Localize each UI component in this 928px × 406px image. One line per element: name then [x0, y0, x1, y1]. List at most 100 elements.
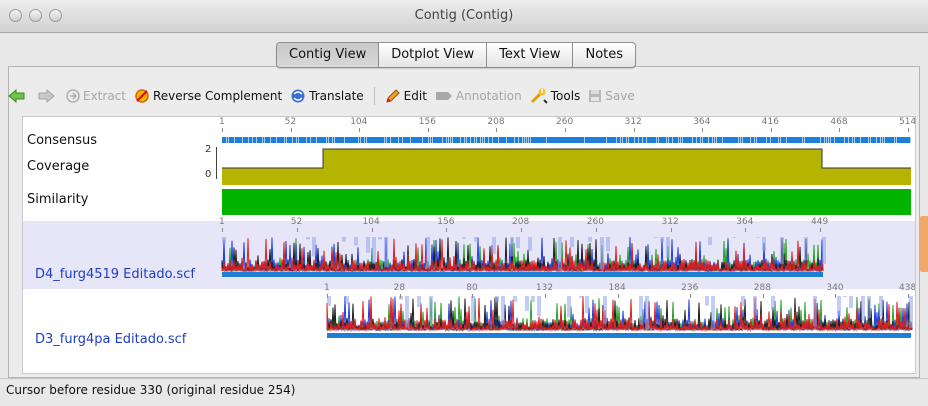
consensus-gap [894, 137, 895, 143]
consensus-gap [826, 137, 827, 143]
read2-quality-bar [837, 296, 841, 317]
consensus-gap [852, 137, 853, 143]
ruler-tick-mark [472, 294, 474, 298]
consensus-gap [740, 137, 741, 143]
consensus-gap [716, 137, 717, 143]
read2-quality-bar [429, 296, 433, 322]
read1-quality-bar [312, 237, 316, 257]
consensus-gap [778, 137, 779, 143]
consensus-gap [606, 137, 607, 143]
translate-button[interactable]: Translate [290, 88, 364, 104]
arrow-left-icon [8, 89, 25, 103]
consensus-gap [658, 137, 659, 143]
read1-quality-bar [708, 237, 712, 246]
consensus-gap [446, 137, 447, 143]
translate-label: Translate [309, 89, 364, 103]
side-panel-grip[interactable] [920, 216, 928, 272]
read1-quality-bar [762, 237, 766, 252]
consensus-gap [682, 137, 683, 143]
read1-quality-bar [654, 237, 658, 238]
read1-quality-bar [804, 237, 808, 261]
read2-quality-bar [867, 296, 871, 319]
read1-quality-bar [354, 237, 358, 246]
consensus-gap [896, 137, 897, 143]
consensus-gap [712, 137, 713, 143]
consensus-gap [738, 137, 739, 143]
consensus-gap [714, 137, 715, 143]
status-text: Cursor before residue 330 (original resi… [6, 383, 296, 397]
back-button[interactable] [8, 89, 29, 103]
tab-dotplot-view[interactable]: Dotplot View [378, 43, 486, 67]
read1-quality-bar [342, 237, 346, 242]
consensus-gap [722, 137, 723, 143]
consensus-gap [672, 137, 673, 143]
extract-button[interactable]: Extract [66, 89, 126, 103]
ruler-tick-mark [745, 228, 747, 232]
read-name-d4[interactable]: D4_furg4519 Editado.scf [35, 267, 195, 282]
consensus-gap [262, 137, 263, 143]
ruler-tick-mark [908, 294, 909, 298]
extract-icon [66, 89, 80, 103]
read2-quality-bar [705, 296, 709, 306]
consensus-gap [702, 137, 703, 143]
reverse-complement-button[interactable]: Reverse Complement [134, 88, 282, 104]
consensus-gap [360, 137, 361, 143]
consensus-gap [484, 137, 485, 143]
ruler-tick-mark [690, 294, 692, 298]
consensus-gap [756, 137, 757, 143]
ruler-tick-mark [820, 228, 821, 232]
read2-quality-bar [879, 296, 883, 317]
ruler-tick-label: 438 [899, 283, 916, 293]
read2-quality-bar [405, 296, 409, 328]
consensus-gap [264, 137, 265, 143]
read1-quality-bar [570, 237, 574, 248]
consensus-gap [492, 137, 493, 143]
consensus-gap [802, 137, 803, 143]
read2-quality-bar [417, 296, 421, 308]
read2-quality-bar [771, 296, 775, 311]
consensus-gap [526, 137, 527, 143]
read2-quality-bar [639, 296, 643, 325]
read1-quality-bar [366, 237, 370, 253]
save-label: Save [605, 89, 635, 103]
consensus-gap [696, 137, 697, 143]
forward-button[interactable] [37, 89, 58, 103]
consensus-gap [626, 137, 627, 143]
consensus-gap [460, 137, 461, 143]
pencil-icon [385, 89, 400, 103]
edit-button[interactable]: Edit [385, 88, 427, 104]
read-name-d3[interactable]: D3_furg4pa Editado.scf [35, 332, 186, 347]
consensus-gap [432, 137, 433, 143]
tab-notes[interactable]: Notes [572, 43, 635, 67]
ruler-tick-label: 184 [608, 283, 626, 293]
extract-label: Extract [83, 89, 126, 103]
consensus-gap [854, 137, 855, 143]
consensus-gap [860, 137, 861, 143]
consensus-gap [270, 137, 271, 143]
ruler-tick-label: 28 [393, 283, 406, 293]
consensus-gap [480, 137, 481, 143]
ruler-tick-mark [222, 228, 223, 232]
consensus-gap [584, 137, 585, 143]
window-title: Contig (Contig) [414, 8, 514, 23]
ruler-tick-label: 1 [219, 217, 225, 227]
tab-contig-view[interactable]: Contig View [277, 43, 379, 67]
consensus-gap [692, 137, 693, 143]
consensus-gap [474, 137, 475, 143]
read2-quality-bar [909, 296, 913, 329]
consensus-gap [448, 137, 449, 143]
consensus-gap [514, 137, 515, 143]
consensus-gap [292, 137, 293, 143]
read1-quality-bar [516, 237, 520, 249]
consensus-gap [882, 137, 883, 143]
tab-text-view[interactable]: Text View [486, 43, 572, 67]
annotation-button[interactable]: Annotation [435, 89, 522, 103]
annotation-label: Annotation [455, 89, 522, 103]
consensus-gap [666, 137, 667, 143]
read1-quality-bar [384, 237, 388, 268]
consensus-gap [824, 137, 825, 143]
consensus-gap [358, 137, 359, 143]
save-button[interactable]: Save [588, 89, 635, 103]
tools-button[interactable]: Tools [530, 88, 580, 104]
arrow-right-icon [38, 89, 55, 103]
